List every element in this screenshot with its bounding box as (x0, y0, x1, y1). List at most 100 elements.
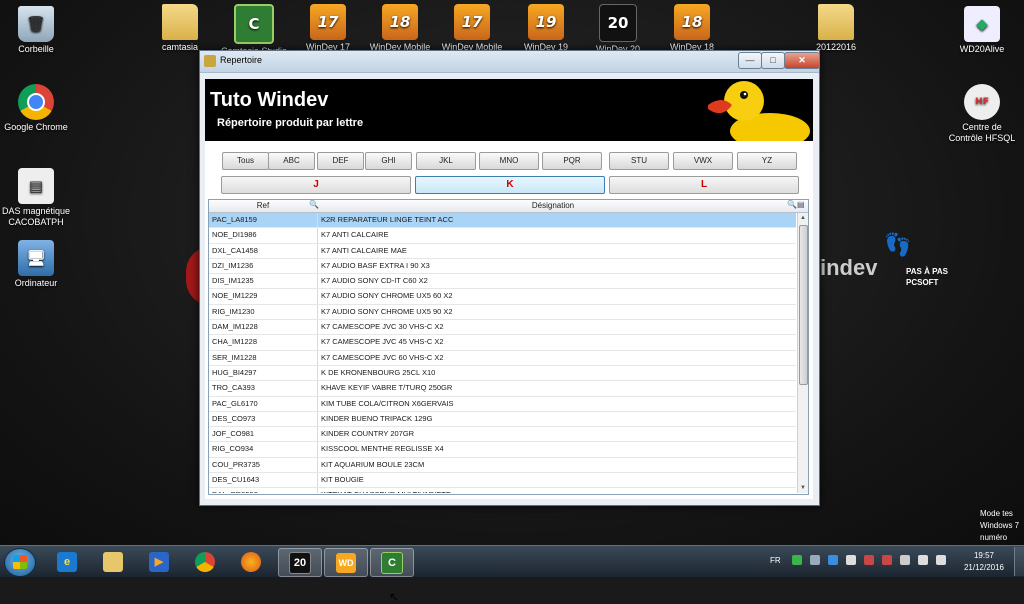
letter-button-tous[interactable]: Tous (222, 152, 269, 170)
letter-button-mno[interactable]: MNO (479, 152, 539, 170)
close-button[interactable]: ✕ (784, 52, 820, 69)
pcsoft-text: PCSOFT (906, 278, 939, 287)
desktop-icon-hfsql-center[interactable]: HF Centre de Contrôle HFSQL (944, 84, 1020, 144)
desktop-icon-windev18[interactable]: 18 WinDev 18 (654, 4, 730, 53)
desktop-icon-das-scan[interactable]: ▤ DAS magnétique CACOBATPH (0, 168, 74, 228)
table-row[interactable]: RIG_IM1230 K7 AUDIO SONY CHROME UX5 90 X2 (209, 304, 796, 321)
tray-flag-icon[interactable] (864, 555, 874, 565)
desktop-icon-windev19[interactable]: 19 WinDev 19 (508, 4, 584, 53)
vertical-scrollbar[interactable]: ▲ ▼ (797, 213, 808, 493)
cell-designation: KITEKAT CHASSEUR MULTIVARIETE (321, 490, 451, 493)
desktop-icon-windev20[interactable]: 20 WinDev 20 (580, 4, 656, 55)
desktop-icon-camtasia-folder[interactable]: camtasia (142, 4, 218, 53)
table-row[interactable]: JOF_CO981 KINDER COUNTRY 207GR (209, 427, 796, 443)
cell-designation: K DE KRONENBOURG 25CL X10 (321, 367, 436, 377)
tray-network-icon[interactable] (810, 555, 820, 565)
tray-dropbox-icon[interactable] (828, 555, 838, 565)
banner: Tuto Windev Répertoire produit par lettr… (205, 79, 813, 141)
windev-app-icon: WD (336, 552, 356, 573)
letter-button-ghi[interactable]: GHI (365, 152, 412, 170)
cell-ref: TRO_CA393 (212, 383, 255, 393)
hfsql-icon: HF (964, 84, 1000, 120)
taskbar-windev20[interactable]: 20 (278, 548, 322, 577)
show-desktop-button[interactable] (1014, 547, 1024, 576)
desktop-icon-label: DAS magnétique CACOBATPH (1, 206, 71, 227)
tray-signal-icon[interactable] (918, 555, 928, 565)
scrollbar-thumb[interactable] (799, 225, 808, 385)
table-row[interactable]: SER_IM1228 K7 CAMESCOPE JVC 60 VHS-C X2 (209, 350, 796, 366)
column-separator (317, 350, 318, 365)
table-menu-icon[interactable]: ▤ (797, 200, 805, 209)
cell-ref: DXL_CA1458 (212, 245, 258, 255)
table-row[interactable]: PAC_LA8159 K2R REPARATEUR LINGE TEINT ACC (209, 213, 796, 229)
letter-button-def[interactable]: DEF (317, 152, 364, 170)
tray-onedrive-icon[interactable] (846, 555, 856, 565)
desktop-icon-wd20alive[interactable]: ◆ WD20Alive (944, 6, 1020, 55)
language-indicator[interactable]: FR (770, 556, 781, 565)
desktop-icon-folder-20122016[interactable]: 20122016 (798, 4, 874, 53)
table-row[interactable]: DZI_IM1236 K7 AUDIO BASF EXTRA I 90 X3 (209, 258, 796, 275)
cell-ref: RIG_CO934 (212, 444, 254, 454)
taskbar-explorer[interactable] (92, 548, 134, 575)
desktop-icon-google-chrome[interactable]: Google Chrome (0, 84, 74, 133)
table-row[interactable]: DES_CO973 KINDER BUENO TRIPACK 129G (209, 411, 796, 428)
maximize-button[interactable]: □ (761, 52, 785, 69)
internet-explorer-icon: e (57, 551, 77, 572)
rubber-duck-image (708, 81, 810, 141)
tray-alert-icon[interactable] (792, 555, 802, 565)
minimize-button[interactable]: — (738, 52, 762, 69)
letter-button-stu[interactable]: STU (609, 152, 669, 170)
taskbar-media[interactable]: ▶ (138, 548, 180, 575)
window-titlebar[interactable]: Repertoire — □ ✕ (200, 51, 820, 73)
taskbar-camtasia[interactable]: C (370, 548, 414, 577)
letter-button-pqr[interactable]: PQR (542, 152, 602, 170)
desktop-icon-recycle-bin[interactable]: 🗑 Corbeille (0, 6, 74, 55)
table-row[interactable]: NOE_DI1986 K7 ANTI CALCAIRE (209, 228, 796, 244)
cell-designation: K7 CAMESCOPE JVC 30 VHS-C X2 (321, 322, 444, 332)
tab-j[interactable]: J (221, 176, 411, 194)
table-row[interactable]: NOE_IM1229 K7 AUDIO SONY CHROME UX5 60 X2 (209, 289, 796, 305)
cell-designation: K7 ANTI CALCAIRE MAE (321, 245, 407, 255)
letter-button-abc[interactable]: ABC (268, 152, 315, 170)
letter-button-yz[interactable]: YZ (737, 152, 797, 170)
column-header-ref[interactable]: Ref (209, 201, 317, 210)
search-icon[interactable]: 🔍 (787, 200, 797, 209)
taskbar-ie[interactable]: e (46, 548, 88, 575)
taskbar-clock[interactable]: 19:57 21/12/2016 (960, 550, 1008, 574)
table-row[interactable]: DAM_IM1228 K7 CAMESCOPE JVC 30 VHS-C X2 (209, 320, 796, 336)
table-row[interactable]: DIS_IM1235 K7 AUDIO SONY CD-IT C60 X2 (209, 274, 796, 290)
cell-ref: DZI_IM1236 (212, 260, 254, 270)
cell-ref: DES_CO973 (212, 413, 256, 423)
window-title: Repertoire (220, 55, 263, 65)
table-row[interactable]: TRO_CA393 KHAVE KEYIF VABRE T/TURQ 250GR (209, 381, 796, 397)
desktop-icon-windev-mobile-18[interactable]: 18 WinDev Mobile (362, 4, 438, 53)
taskbar-firefox[interactable] (230, 548, 272, 575)
table-row[interactable]: DAL_PR3553 KITEKAT CHASSEUR MULTIVARIETE (209, 488, 796, 493)
scroll-down-arrow-icon[interactable]: ▼ (798, 483, 808, 493)
desktop-icon-computer[interactable]: 🖥 Ordinateur (0, 240, 74, 289)
taskbar-chrome[interactable] (184, 548, 226, 575)
table-row[interactable]: RIG_CO934 KISSCOOL MENTHE REGLISSE X4 (209, 442, 796, 458)
taskbar-windev-app[interactable]: WD (324, 548, 368, 577)
search-icon[interactable]: 🔍 (309, 200, 319, 209)
table-row[interactable]: HUG_BI4297 K DE KRONENBOURG 25CL X10 (209, 365, 796, 382)
letter-button-jkl[interactable]: JKL (416, 152, 476, 170)
tab-l[interactable]: L (609, 176, 799, 194)
table-row[interactable]: DES_CU1643 KIT BOUGIE (209, 473, 796, 489)
table-row[interactable]: PAC_GL6170 KIM TUBE COLA/CITRON X6GERVAIS (209, 396, 796, 412)
desktop-icon-windev17[interactable]: 17 WinDev 17 (290, 4, 366, 53)
table-row[interactable]: CHA_IM1228 K7 CAMESCOPE JVC 45 VHS-C X2 (209, 335, 796, 351)
tray-battery-icon[interactable] (900, 555, 910, 565)
tray-volume-icon[interactable] (936, 555, 946, 565)
start-button[interactable] (4, 548, 36, 577)
tab-k[interactable]: K (415, 176, 605, 194)
column-header-designation[interactable]: Désignation (319, 201, 787, 210)
tray-power-icon[interactable] (882, 555, 892, 565)
cell-ref: HUG_BI4297 (212, 367, 257, 377)
table-row[interactable]: DXL_CA1458 K7 ANTI CALCAIRE MAE (209, 243, 796, 259)
column-separator (317, 274, 318, 289)
letter-button-vwx[interactable]: VWX (673, 152, 733, 170)
scroll-up-arrow-icon[interactable]: ▲ (798, 213, 808, 223)
desktop-icon-windev-mobile-17[interactable]: 17 WinDev Mobile (434, 4, 510, 53)
table-row[interactable]: COU_PR3735 KIT AQUARIUM BOULE 23CM (209, 457, 796, 474)
